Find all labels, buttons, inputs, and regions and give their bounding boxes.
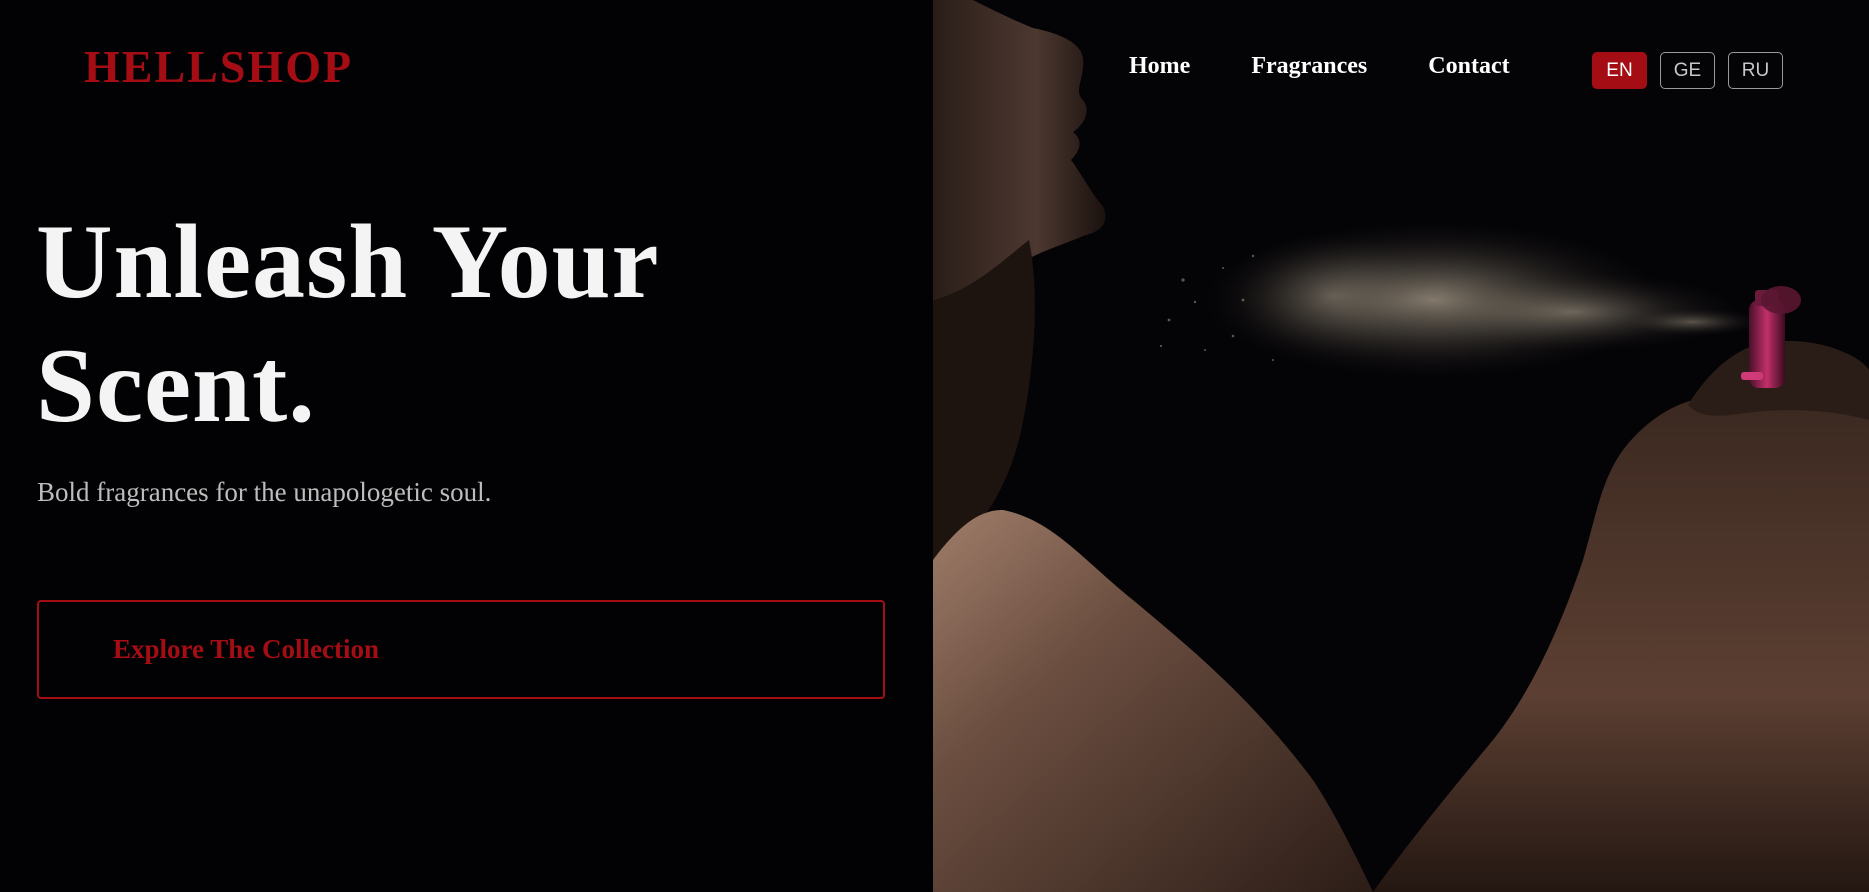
nav-link-contact[interactable]: Contact [1428,52,1509,81]
language-button-en[interactable]: EN [1592,52,1647,89]
brand-logo[interactable]: HELLSHOP [84,44,353,90]
language-button-ru[interactable]: RU [1728,52,1783,89]
main-nav: Home Fragrances Contact [1129,52,1571,81]
language-button-ge[interactable]: GE [1660,52,1715,89]
perfume-spray-illustration [933,0,1869,892]
nav-link-fragrances[interactable]: Fragrances [1251,52,1367,81]
hero-subtitle: Bold fragrances for the unapologetic sou… [37,477,492,507]
hero-image [933,0,1869,892]
nav-link-home[interactable]: Home [1129,52,1190,81]
hero-title: Unleash Your Scent. [36,200,816,448]
explore-collection-button[interactable]: Explore The Collection [37,600,885,699]
landing-page: HELLSHOP Home Fragrances Contact EN GE R… [0,0,1869,892]
hero-title-line-2: Scent. [36,327,316,444]
hero-title-line-1: Unleash Your [36,203,660,320]
language-switcher: EN GE RU [1592,52,1783,89]
